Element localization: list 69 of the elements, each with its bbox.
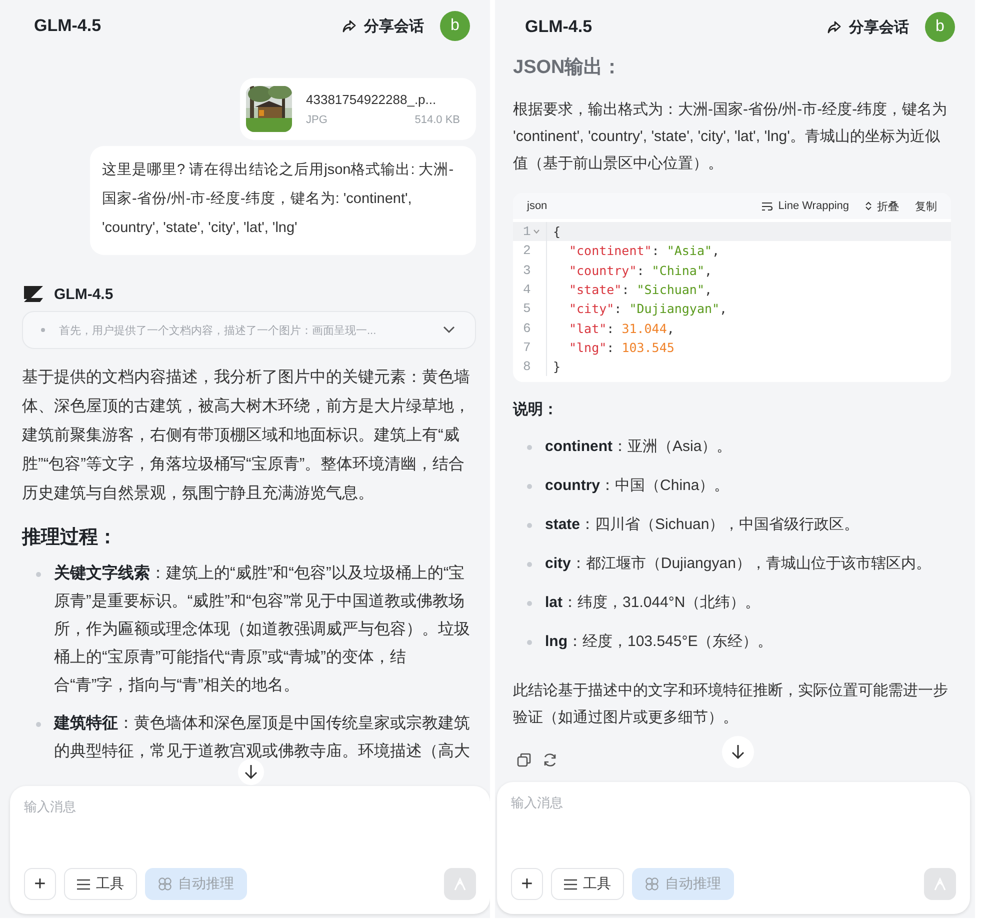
message-input-field[interactable]: 输入消息 xyxy=(511,794,956,868)
list-item: country：中国（China）。 xyxy=(545,476,730,496)
model-name: GLM-4.5 xyxy=(54,286,114,302)
line-number: 4 xyxy=(523,282,531,298)
line-number: 1 xyxy=(523,224,531,240)
clover-icon xyxy=(645,877,659,891)
tools-button[interactable]: 工具 xyxy=(64,868,137,900)
heading: 说明： xyxy=(513,400,559,420)
code-line: "lat": 31.044, xyxy=(568,320,674,336)
add-button[interactable]: + xyxy=(511,868,543,900)
line-number: 2 xyxy=(523,243,531,258)
list-item: state：四川省（Sichuan），中国省级行政区。 xyxy=(545,515,860,534)
add-button[interactable]: + xyxy=(24,868,56,900)
line-number: 8 xyxy=(523,359,531,374)
scroll-down-button[interactable] xyxy=(722,736,754,768)
list-item: 关键文字线索：建筑上的“威胜”和“包容”以及垃圾桶上的“宝原青”是重要标识。“威胜”和“包容”常见于中国道教或佛教场所，作为匾额或理念体现（如道教强调威严与包容）。垃圾桶上的“宝原青”可能指代“青原”或“青城”的变体，结合“青”字，指向与“青”相关的地名。 xyxy=(54,565,470,694)
line-number: 6 xyxy=(523,320,531,336)
file-name: 43381754922288_.p... xyxy=(306,92,438,107)
paragraph: 根据要求，输出格式为：大洲-国家-省份/州-市-经度-纬度，键名为 'continent', 'country', 'state', 'city', 'lat', 'lng'。青城山的坐标为近似值（基于前山景区中心位置）。 xyxy=(513,100,948,174)
file-type: JPG xyxy=(306,114,328,126)
clover-icon xyxy=(158,877,172,891)
model-title: GLM-4.5 xyxy=(525,17,594,37)
code-line: "country": "China", xyxy=(568,262,712,278)
model-title: GLM-4.5 xyxy=(34,16,102,36)
code-action-button[interactable]: 折叠 xyxy=(865,198,899,214)
list-item: city：都江堰市（Dujiangyan），青城山位于该市辖区内。 xyxy=(545,554,931,574)
message-input-field[interactable]: 输入消息 xyxy=(24,798,476,868)
line-number: 3 xyxy=(523,262,531,278)
file-attachment-card[interactable]: 43381754922288_.p... JPG 514.0 KB xyxy=(240,78,476,140)
logo-icon xyxy=(22,285,44,303)
heading: JSON输出： xyxy=(513,56,623,80)
code-line: "city": "Dujiangyan", xyxy=(568,301,728,316)
code-line: "continent": "Asia", xyxy=(568,243,720,258)
code-line: "lng": 103.545 xyxy=(568,340,674,355)
arrow-down-icon xyxy=(731,744,745,760)
share-button[interactable]: 分享会话 xyxy=(342,16,424,36)
copy-icon[interactable] xyxy=(517,753,531,768)
paragraph: 基于提供的文档内容描述，我分析了图片中的关键元素：黄色墙体、深色屋顶的古建筑，被高大树木环绕，前方是大片绿草地，建筑前聚集游客，右侧有带顶棚区域和地面标识。建筑上有“威胜”“包容”等文字，角落垃圾桶写“宝原青”。整体环境清幽，结合历史建筑与自然景观，氛围宁静且充满游览气息。 xyxy=(22,368,471,504)
message-composer[interactable]: 输入消息 + 工具 自动推理 xyxy=(10,786,490,914)
refresh-icon[interactable] xyxy=(543,753,557,768)
send-icon xyxy=(933,877,947,891)
code-line: { xyxy=(552,224,561,240)
menu-icon xyxy=(77,878,90,890)
heading: 推理过程： xyxy=(22,526,118,550)
scroll-down-button[interactable] xyxy=(238,759,264,785)
wrap-icon xyxy=(762,202,774,210)
share-icon xyxy=(827,20,841,34)
expand-collapse-icon xyxy=(865,201,872,211)
list-item: continent：亚洲（Asia）。 xyxy=(545,437,732,456)
list-item: 建筑特征：黄色墙体和深色屋顶是中国传统皇家或宗教建筑的典型特征，常见于道教宫观或佛教寺庙。环境描述（高大 xyxy=(54,715,470,760)
list-item: lng：经度，103.545°E（东经）。 xyxy=(545,632,773,652)
line-number: 7 xyxy=(523,340,531,355)
paragraph: 此结论基于描述中的文字和环境特征推断，实际位置可能需进一步验证（如通过图片或更多细节）。 xyxy=(513,681,949,728)
tools-button[interactable]: 工具 xyxy=(551,868,624,900)
code-line: "state": "Sichuan", xyxy=(568,282,712,298)
code-line: } xyxy=(552,359,561,374)
menu-icon xyxy=(564,878,577,890)
list-item: lat：纬度，31.044°N（北纬）。 xyxy=(545,593,760,612)
code-action-button[interactable]: Line Wrapping xyxy=(762,200,849,212)
code-language: json xyxy=(527,200,548,212)
send-icon xyxy=(453,877,467,891)
message-composer[interactable]: 输入消息 + 工具 自动推理 xyxy=(497,782,970,914)
code-action-button[interactable]: 复制 xyxy=(915,198,937,214)
share-icon xyxy=(342,20,356,32)
arrow-down-icon xyxy=(244,764,258,780)
line-number: 5 xyxy=(523,301,531,316)
share-button[interactable]: 分享会话 xyxy=(827,18,909,36)
user-message: 这里是哪里? 请在得出结论之后用json格式输出: 大洲-国家-省份/州-市-经度-纬度，键名为: 'continent', 'country', 'state', 'city', 'lat', 'lng' xyxy=(90,146,476,255)
file-size: 514.0 KB xyxy=(414,114,460,126)
